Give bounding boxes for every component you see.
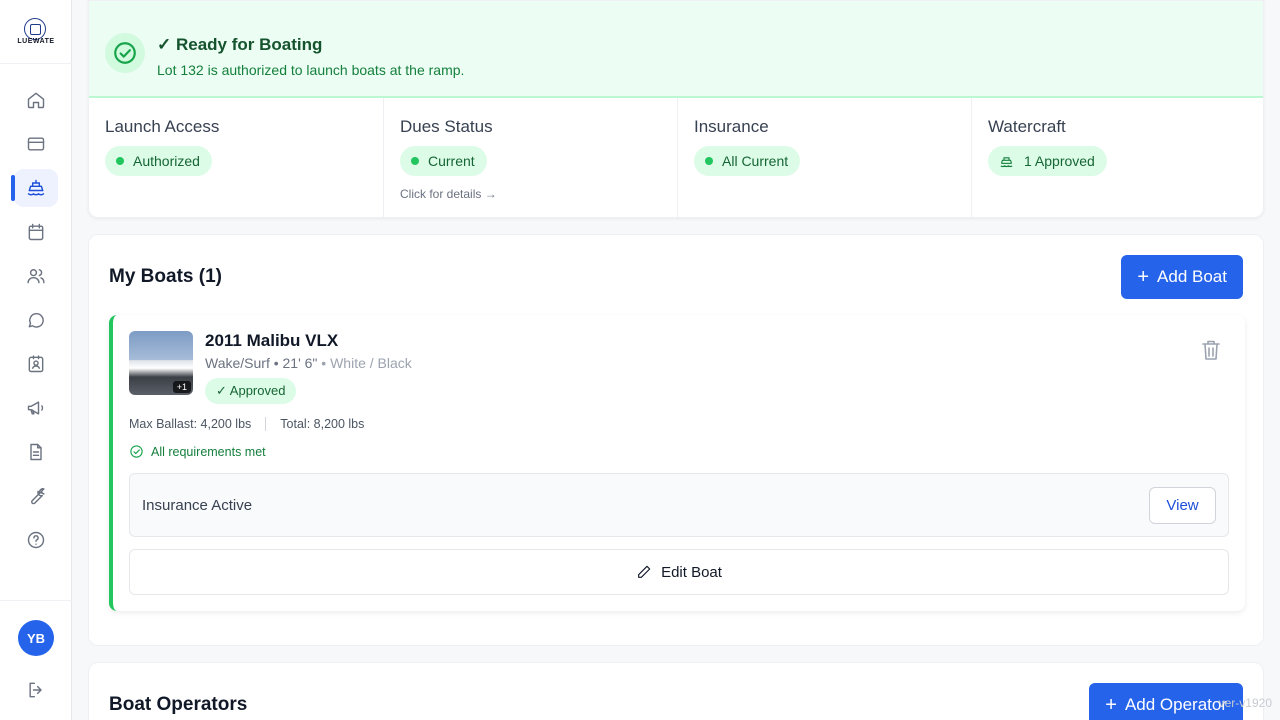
- section-title: Boat Operators: [109, 694, 248, 715]
- boat-type-length: Wake/Surf • 21' 6": [205, 355, 318, 371]
- section-title: My Boats (1): [109, 266, 222, 287]
- version-watermark: ver-v1920: [1218, 696, 1272, 710]
- status-badge-text: Current: [428, 153, 475, 169]
- sidebar-footer: [0, 600, 72, 720]
- requirements-text: All requirements met: [151, 444, 266, 459]
- document-icon: [30, 443, 42, 461]
- max-ballast: Max Ballast: 4,200 lbs: [129, 417, 252, 431]
- status-badge: Current: [400, 146, 487, 176]
- sidebar-item-members[interactable]: [14, 257, 58, 295]
- help-icon: [27, 531, 45, 549]
- edit-boat-label: Edit Boat: [661, 563, 722, 581]
- divider: [265, 417, 267, 431]
- my-boats-section: My Boats (1) + Add Boat +1 2011 Malibu VL…: [88, 234, 1264, 646]
- banner-subtitle: Lot 132 is authorized to launch boats at…: [157, 62, 465, 78]
- trash-icon: [1202, 340, 1220, 360]
- sidebar-item-documents[interactable]: [14, 433, 58, 471]
- sidebar-item-directory[interactable]: [14, 345, 58, 383]
- check-circle-icon: [130, 445, 143, 458]
- sidebar-item-boats[interactable]: [11, 169, 58, 207]
- total-weight: Total: 8,200 lbs: [280, 417, 365, 431]
- wrench-icon: [31, 488, 45, 505]
- pencil-icon: [638, 565, 651, 578]
- home-icon: [27, 92, 45, 109]
- boat-operators-section: Boat Operators + Add Operator: [88, 662, 1264, 720]
- logout-icon: [29, 682, 42, 698]
- boat-name: 2011 Malibu VLX: [205, 331, 339, 350]
- plus-icon: +: [1105, 694, 1117, 716]
- logo[interactable]: LUEWATE: [0, 0, 72, 64]
- boat-color: • White / Black: [321, 355, 412, 371]
- banner-title: ✓ Ready for Boating: [157, 35, 323, 54]
- megaphone-icon: [27, 401, 44, 415]
- stat-dues-status[interactable]: Dues Status Current Click for details →: [384, 98, 678, 217]
- avatar[interactable]: YB: [18, 620, 54, 656]
- check-circle-icon: [105, 33, 145, 73]
- sidebar-item-calendar[interactable]: [14, 213, 58, 251]
- status-badge: All Current: [694, 146, 801, 176]
- status-badge-text: 1 Approved: [1024, 153, 1095, 169]
- stat-label: Insurance: [694, 117, 769, 136]
- sidebar-item-maintenance[interactable]: [14, 477, 58, 515]
- contact-card-icon: [28, 355, 44, 373]
- sidebar-item-billing[interactable]: [14, 125, 58, 163]
- stat-watercraft: Watercraft 1 Approved: [972, 98, 1263, 217]
- dues-details-link[interactable]: Click for details →: [400, 187, 497, 201]
- photo-count-badge: +1: [172, 381, 191, 393]
- chat-icon: [28, 313, 44, 328]
- boat-specs: Max Ballast: 4,200 lbs Total: 8,200 lbs: [129, 417, 364, 431]
- logout-button[interactable]: [24, 678, 48, 702]
- users-icon: [27, 269, 45, 284]
- stat-launch-access: Launch Access Authorized: [89, 98, 384, 217]
- boat-meta: Wake/Surf • 21' 6" • White / Black: [205, 355, 412, 371]
- status-dot-icon: [411, 157, 419, 165]
- status-badge: 1 Approved: [988, 146, 1107, 176]
- sidebar-item-messages[interactable]: [14, 301, 58, 339]
- requirements-status: All requirements met: [129, 444, 266, 459]
- credit-card-icon: [27, 137, 45, 151]
- approved-badge: ✓ Approved: [205, 378, 297, 404]
- status-badge-text: All Current: [722, 153, 789, 169]
- status-badge-text: Authorized: [133, 153, 200, 169]
- stat-label: Watercraft: [988, 117, 1066, 136]
- boat-card: +1 2011 Malibu VLX Wake/Surf • 21' 6" • …: [109, 315, 1245, 611]
- calendar-icon: [28, 223, 44, 241]
- stat-insurance: Insurance All Current: [678, 98, 972, 217]
- add-operator-label: Add Operator: [1124, 695, 1227, 714]
- logo-icon: [24, 18, 46, 40]
- boat-icon: [1000, 156, 1013, 167]
- sidebar-item-home[interactable]: [14, 81, 58, 119]
- delete-boat-button[interactable]: [1201, 339, 1221, 361]
- plus-icon: +: [1137, 266, 1150, 288]
- status-badge: Authorized: [105, 146, 212, 176]
- stat-label: Launch Access: [105, 117, 220, 136]
- add-boat-label: Add Boat: [1157, 267, 1227, 286]
- boat-icon: [27, 179, 45, 196]
- stat-label: Dues Status: [400, 117, 493, 136]
- status-dot-icon: [705, 157, 713, 165]
- edit-boat-button[interactable]: Edit Boat: [129, 549, 1229, 595]
- view-insurance-button[interactable]: View: [1149, 487, 1216, 524]
- insurance-row: Insurance Active View: [129, 473, 1229, 537]
- sidebar-item-announcements[interactable]: [14, 389, 58, 427]
- boating-status-card: ✓ Ready for Boating Lot 132 is authorize…: [88, 0, 1264, 218]
- sidebar-item-help[interactable]: [14, 521, 58, 559]
- sidebar: LUEWATE YB: [0, 0, 72, 720]
- status-dot-icon: [116, 157, 124, 165]
- add-boat-button[interactable]: + Add Boat: [1121, 255, 1243, 299]
- logo-text: LUEWATE: [17, 38, 55, 45]
- insurance-label: Insurance Active: [142, 497, 253, 514]
- ready-banner: ✓ Ready for Boating Lot 132 is authorize…: [89, 1, 1263, 98]
- boat-photo[interactable]: +1: [129, 331, 193, 395]
